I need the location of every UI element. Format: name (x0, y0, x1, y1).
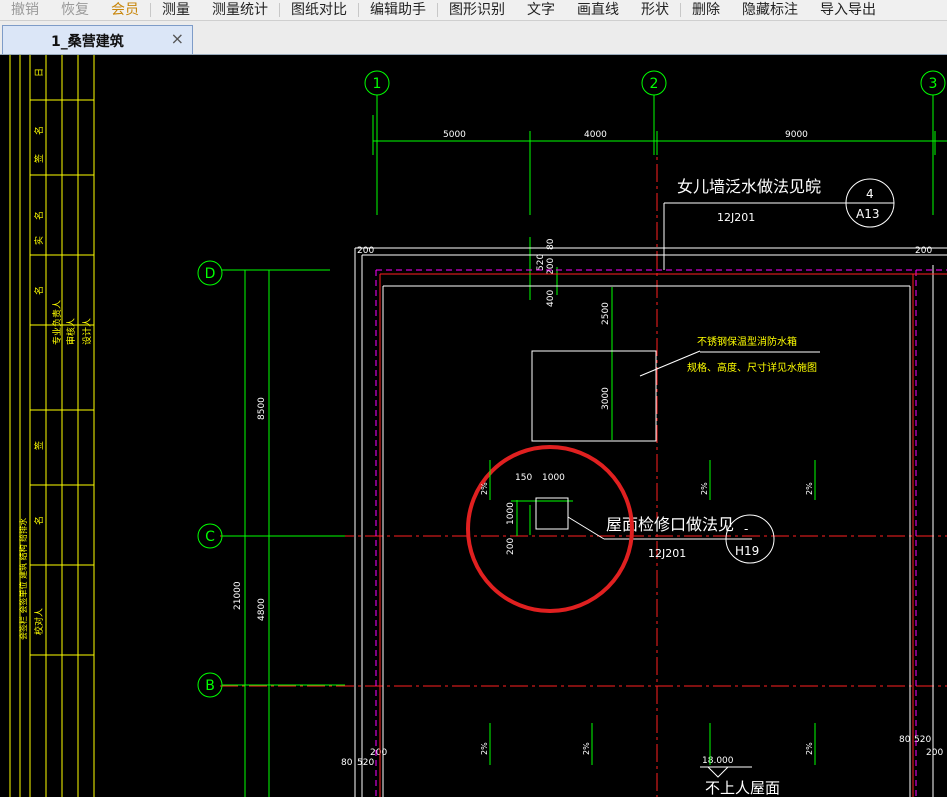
toolbar-item-5[interactable]: 图纸对比 (280, 0, 358, 20)
toolbar-item-7[interactable]: 图形识别 (438, 0, 516, 20)
dim-bottom-520r: 520 (914, 735, 931, 745)
toolbar-item-13[interactable]: 导入导出 (809, 0, 887, 20)
dim-18000: 18.000 (702, 756, 734, 766)
tab-label: 1_桑营建筑 (51, 34, 124, 50)
tb-s2: 设计人 (81, 318, 93, 345)
dim-200: 200 (546, 258, 556, 275)
roof-label: 不上人屋面 (705, 779, 780, 797)
tb-a5: 名 (33, 286, 45, 295)
axis-label-d: D (205, 266, 216, 282)
elevation-marker (700, 766, 752, 778)
axis-label-2: 2 (650, 76, 659, 92)
axis-label-3: 3 (929, 76, 938, 92)
dim-1000-w: 1000 (542, 473, 565, 483)
tb-a4: 实 (33, 236, 45, 245)
axis-bubble-labels: 1 2 3 D C B (205, 76, 938, 694)
slope-2: 2% (700, 482, 709, 495)
close-icon[interactable]: × (171, 29, 184, 48)
dim-150: 150 (515, 473, 532, 483)
dimension-text: 5000 4000 9000 200 200 8500 21000 4800 8… (233, 130, 943, 768)
slope-marks (489, 460, 816, 765)
tb-a2: 签 (33, 154, 45, 163)
tank-note: 不锈钢保温型消防水箱 规格、高度、尺寸详见水施图 (687, 335, 817, 374)
parapet-note-text: 女儿墙泛水做法见皖 12J201 4 A13 (677, 177, 879, 224)
axis-bubbles (197, 70, 946, 698)
toolbar-item-1[interactable]: 恢复 (50, 0, 100, 20)
toolbar-item-2[interactable]: 会员 (100, 0, 150, 20)
axis-label-1: 1 (373, 76, 382, 92)
toolbar-item-12[interactable]: 隐藏标注 (731, 0, 809, 20)
toolbar-item-4[interactable]: 测量统计 (201, 0, 279, 20)
dim-3000: 3000 (601, 387, 611, 410)
slope-5: 2% (582, 742, 591, 755)
slope-4: 2% (480, 742, 489, 755)
hatch-ref: 12J201 (648, 547, 686, 560)
dim-9000: 9000 (785, 130, 808, 140)
dim-21000: 21000 (233, 581, 243, 610)
dim-bottom-80r: 80 (899, 735, 911, 745)
tb-s1: 审核人 (65, 318, 77, 345)
dim-200-v: 200 (506, 538, 516, 555)
hatch-bubble-bottom: H19 (735, 544, 759, 558)
parapet-title: 女儿墙泛水做法见皖 (677, 177, 821, 196)
slope-3: 2% (805, 482, 814, 495)
title-block-text: 日 名 签 名 实 名 签 名 专业负责人 审核人 设计人 校对人 会签栏 会签… (18, 68, 93, 640)
water-tank (531, 350, 657, 442)
tb-s3: 校对人 (33, 608, 45, 635)
tab-drawing[interactable]: 1_桑营建筑 × (2, 25, 193, 54)
dimension-lines (244, 115, 947, 797)
dim-bottom-200r: 200 (926, 748, 943, 758)
dim-4000: 4000 (584, 130, 607, 140)
slope-6: 2% (805, 742, 814, 755)
toolbar-item-0[interactable]: 撤销 (0, 0, 50, 20)
tb-a6: 签 (33, 441, 45, 450)
tb-a7: 名 (33, 516, 45, 525)
roof-hatch (535, 497, 569, 530)
hatch-bubble-top: - (744, 522, 748, 536)
tb-s0: 专业负责人 (51, 300, 63, 345)
tab-bar: 1_桑营建筑 × (0, 21, 947, 55)
hatch-title: 屋面检修口做法见 (606, 515, 734, 534)
tb-a3: 名 (33, 211, 45, 220)
dim-4800: 4800 (257, 598, 267, 621)
parapet-bubble-top: 4 (866, 187, 874, 201)
tb-a0: 日 (34, 68, 45, 77)
toolbar-item-3[interactable]: 测量 (151, 0, 201, 20)
axis-lines (220, 135, 947, 797)
tb-a1: 名 (33, 126, 45, 135)
dim-520: 520 (536, 254, 546, 271)
dim-1000-h: 1000 (506, 502, 516, 525)
dim-bottom-200: 200 (370, 748, 387, 758)
toolbar-item-9[interactable]: 画直线 (566, 0, 630, 20)
parapet-bubble-bottom: A13 (856, 207, 879, 221)
cad-drawing: 日 名 签 名 实 名 签 名 专业负责人 审核人 设计人 校对人 会签栏 会签… (9, 55, 947, 797)
cad-drawing-canvas[interactable]: 日 名 签 名 实 名 签 名 专业负责人 审核人 设计人 校对人 会签栏 会签… (0, 55, 947, 797)
dim-400: 400 (546, 290, 556, 307)
toolbar-item-11[interactable]: 删除 (681, 0, 731, 20)
dim-5000: 5000 (443, 130, 466, 140)
toolbar: 撤销 恢复 会员 测量 测量统计 图纸对比 编辑助手 图形识别 文字 画直线 形状 删除 隐藏标注 导入导… (0, 0, 947, 21)
tb-bottom: 会签栏 会签单位 建筑 结构 给排水 (18, 518, 28, 640)
axis-label-c: C (205, 529, 215, 545)
dim-bottom-520: 520 (357, 758, 374, 768)
toolbar-item-8[interactable]: 文字 (516, 0, 566, 20)
toolbar-item-10[interactable]: 形状 (630, 0, 680, 20)
dim-bottom-80: 80 (341, 758, 353, 768)
tank-note-line1: 不锈钢保温型消防水箱 (697, 335, 797, 348)
parapet-ref: 12J201 (717, 211, 755, 224)
title-block (9, 55, 95, 797)
slope-1: 2% (480, 482, 489, 495)
dim-8500: 8500 (257, 397, 267, 420)
axis-label-b: B (205, 678, 215, 694)
toolbar-item-6[interactable]: 编辑助手 (359, 0, 437, 20)
dim-2500: 2500 (601, 302, 611, 325)
tank-note-line2: 规格、高度、尺寸详见水施图 (687, 361, 817, 374)
